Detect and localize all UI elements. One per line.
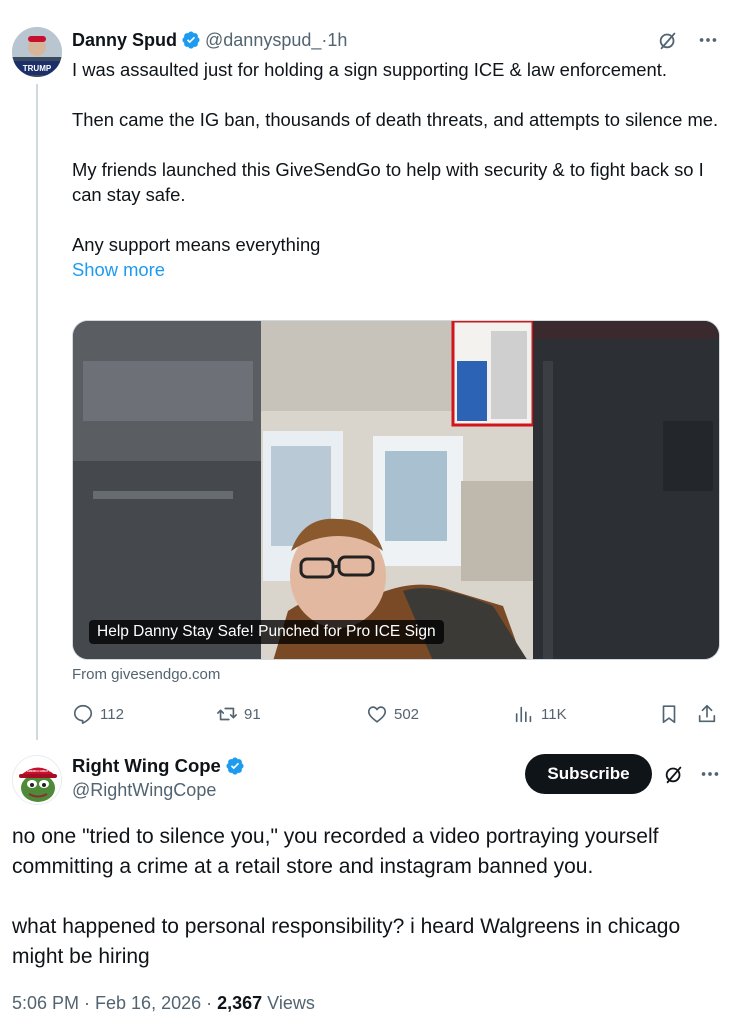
more-options-icon[interactable] <box>699 763 721 785</box>
verified-badge-icon <box>182 31 200 49</box>
tweet-actions: 112 91 502 11K <box>72 701 720 727</box>
tweet-paragraph: My friends launched this GiveSendGo to h… <box>72 159 704 205</box>
views-count: 11K <box>541 705 567 723</box>
avatar[interactable]: TRUMP <box>12 27 62 77</box>
tweet-paragraph: no one "tried to silence you," you recor… <box>12 825 659 878</box>
tweet-time[interactable]: 1h <box>327 30 347 51</box>
analytics-icon <box>515 706 532 723</box>
bookmark-icon <box>662 705 676 724</box>
tweet-paragraph: Any support means everything <box>72 234 321 255</box>
author-name-row: Right Wing Cope <box>72 755 249 777</box>
tweet-timestamp[interactable]: 5:06 PM · Feb 16, 2026 · <box>12 993 217 1013</box>
thread-line <box>36 84 38 740</box>
tweet-header: Danny Spud @dannyspud_ · 1h <box>72 28 347 52</box>
tweet-text: I was assaulted just for holding a sign … <box>72 57 722 282</box>
views-count: 2,367 <box>217 993 263 1013</box>
tweet-paragraph: what happened to personal responsibility… <box>12 915 681 968</box>
repost-icon <box>217 707 237 721</box>
heart-icon <box>367 706 387 723</box>
subscribe-button[interactable]: Subscribe <box>525 754 652 794</box>
link-card[interactable]: Help Danny Stay Safe! Punched for Pro IC… <box>72 320 720 660</box>
card-caption: Help Danny Stay Safe! Punched for Pro IC… <box>89 620 444 644</box>
reply-icon <box>73 704 93 724</box>
views-button[interactable]: 11K <box>513 701 567 727</box>
svg-text:TRUMP: TRUMP <box>23 64 52 73</box>
grok-icon[interactable] <box>657 29 679 51</box>
tweet-paragraph: Then came the IG ban, thousands of death… <box>72 109 719 130</box>
tweet-text: no one "tried to silence you," you recor… <box>12 822 727 972</box>
like-button[interactable]: 502 <box>366 701 419 727</box>
author-handle[interactable]: @dannyspud_ <box>205 30 321 51</box>
author-handle[interactable]: @RightWingCope <box>72 780 216 801</box>
card-source[interactable]: From givesendgo.com <box>72 666 220 683</box>
share-button[interactable] <box>696 701 718 727</box>
tweet-header-actions <box>657 29 719 51</box>
svg-text:MAKE AMERICA GREAT AGAIN: MAKE AMERICA GREAT AGAIN <box>19 769 58 773</box>
author-name[interactable]: Danny Spud <box>72 30 177 51</box>
author-name[interactable]: Right Wing Cope <box>72 755 221 777</box>
views-label: Views <box>262 993 315 1013</box>
parent-tweet: TRUMP Danny Spud @dannyspud_ · 1h I was … <box>0 0 735 740</box>
grok-icon[interactable] <box>663 763 685 785</box>
reply-count: 112 <box>100 705 124 723</box>
verified-badge-icon <box>226 757 244 775</box>
repost-button[interactable]: 91 <box>216 701 261 727</box>
like-count: 502 <box>394 705 420 723</box>
card-image <box>73 321 719 659</box>
avatar-frog-illustration: MAKE AMERICA GREAT AGAIN <box>13 756 61 804</box>
tweet-meta: 5:06 PM · Feb 16, 2026 · 2,367 Views <box>12 993 315 1014</box>
more-options-icon[interactable] <box>697 29 719 51</box>
avatar-photo: TRUMP <box>12 27 62 77</box>
tweet-paragraph: I was assaulted just for holding a sign … <box>72 59 667 80</box>
avatar[interactable]: MAKE AMERICA GREAT AGAIN <box>12 755 62 805</box>
bookmark-button[interactable] <box>658 701 680 727</box>
tweet-header-actions <box>663 763 721 785</box>
repost-count: 91 <box>244 705 261 723</box>
show-more-link[interactable]: Show more <box>72 257 722 282</box>
reply-button[interactable]: 112 <box>72 701 124 727</box>
share-icon <box>698 704 716 723</box>
